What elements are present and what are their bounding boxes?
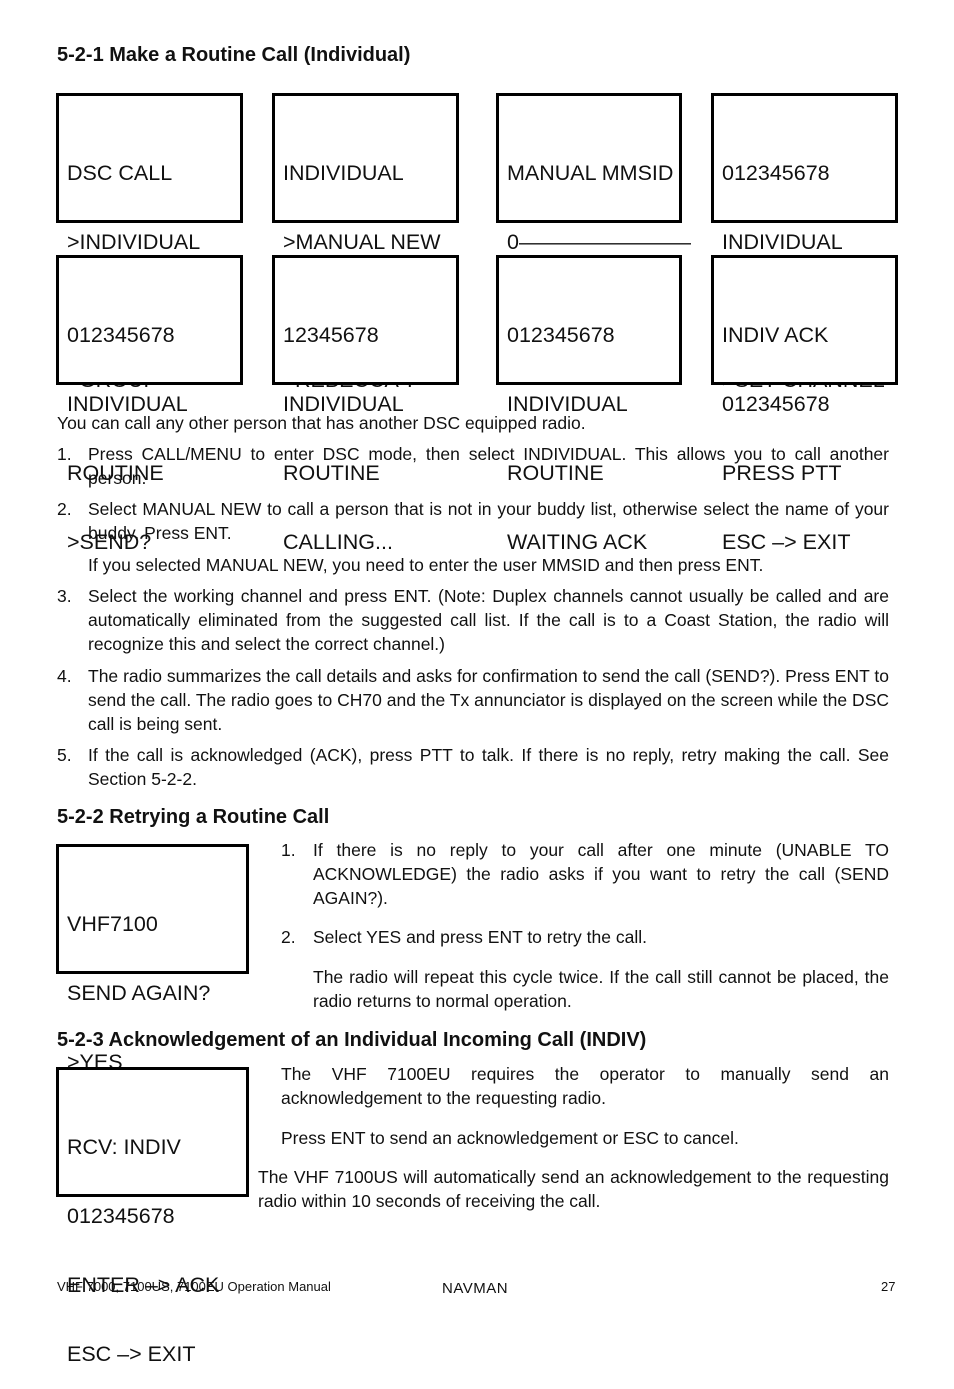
lcd-screen-set-channel: 012345678 INDIVIDUAL ROUTINE >SET CHANNE… [711, 93, 898, 392]
lcd-screen-waiting-ack: 012345678 INDIVIDUAL ROUTINE WAITING ACK [496, 255, 682, 554]
screen-line: MANUAL MMSID [507, 161, 674, 185]
screen-line: 012345678 [67, 323, 175, 347]
step-text: Select MANUAL NEW to call a person that … [88, 499, 889, 543]
screen-line: >INDIVIDUAL [67, 230, 201, 254]
section-heading-5-2-1: 5-2-1 Make a Routine Call (Individual) [57, 44, 411, 66]
step-number: 4. [57, 666, 72, 686]
screen-line: SEND AGAIN? [67, 981, 211, 1005]
screen-line: INDIVIDUAL [283, 161, 404, 185]
screen-line: INDIVIDUAL [722, 230, 843, 254]
screen-line: ESC –> EXIT [67, 1342, 196, 1366]
step-text: The radio summarizes the call details an… [88, 666, 889, 734]
screen-line: VHF7100 [67, 912, 158, 936]
paragraph-us: The VHF 7100US will automatically send a… [258, 1167, 889, 1211]
step-number: 5. [57, 745, 72, 765]
step-text-body: If there is no reply to your call after … [313, 840, 889, 908]
step-text: If the call is acknowledged (ACK), press… [88, 745, 889, 789]
step-note: If you selected MANUAL NEW, you need to … [88, 555, 764, 575]
step-number: 2. [57, 499, 72, 519]
step-text: If there is no reply to your call after … [307, 838, 889, 910]
step-number: 2. [281, 927, 296, 947]
page-number: 27 [881, 1279, 896, 1294]
screen-line: INDIV ACK [722, 323, 829, 347]
lcd-screen-individual-menu: INDIVIDUAL >MANUAL NEW BOBBY D REBECCA T [272, 93, 459, 392]
intro-paragraph: You can call any other person that has a… [57, 413, 586, 433]
screen-line: RCV: INDIV [67, 1135, 181, 1159]
step-number: 1. [281, 840, 296, 860]
lcd-screen-send: 012345678 INDIVIDUAL ROUTINE >SEND? [56, 255, 243, 554]
step-number: 3. [57, 586, 72, 606]
step-text: Press CALL/MENU to enter DSC mode, then … [88, 444, 889, 488]
lcd-screen-dsc-call: DSC CALL >INDIVIDUAL LAST CALL GROUP [56, 93, 243, 392]
step-number: 1. [57, 444, 72, 464]
screen-line: 012345678 [507, 323, 615, 347]
step-note: The radio will repeat this cycle twice. … [313, 967, 889, 1011]
screen-line: 012345678 [67, 1204, 175, 1228]
screen-line: 12345678 [283, 323, 379, 347]
screen-line: >MANUAL NEW [283, 230, 441, 254]
lcd-screen-rcv-indiv: RCV: INDIV 012345678 ENTER –> ACK ESC –>… [56, 1067, 249, 1366]
lcd-screen-indiv-ack: INDIV ACK 012345678 PRESS PTT ESC –> EXI… [711, 255, 898, 554]
paragraph-press-ent: Press ENT to send an acknowledgement or … [281, 1128, 739, 1148]
section-heading-5-2-2: 5-2-2 Retrying a Routine Call [57, 806, 330, 828]
footer-manual-title: VHF 7000, 7100US, 7100EU Operation Manua… [57, 1279, 331, 1294]
lcd-screen-send-again: VHF7100 SEND AGAIN? >YES CANCEL [56, 844, 249, 1143]
section-heading-5-2-3: 5-2-3 Acknowledgement of an Individual I… [57, 1029, 647, 1051]
step-text: Select YES and press ENT to retry the ca… [313, 927, 647, 947]
step-text: Select the working channel and press ENT… [88, 586, 889, 654]
screen-line: 012345678 [722, 161, 830, 185]
lcd-screen-manual-mmsid: MANUAL MMSID 0———————— [496, 93, 691, 254]
lcd-screen-calling: 12345678 INDIVIDUAL ROUTINE CALLING... [272, 255, 459, 554]
paragraph-eu: The VHF 7100EU requires the operator to … [281, 1064, 889, 1108]
screen-line: 0———————— [507, 230, 691, 254]
navman-logo: NAVMAN [442, 1280, 509, 1297]
screen-line: DSC CALL [67, 161, 173, 185]
